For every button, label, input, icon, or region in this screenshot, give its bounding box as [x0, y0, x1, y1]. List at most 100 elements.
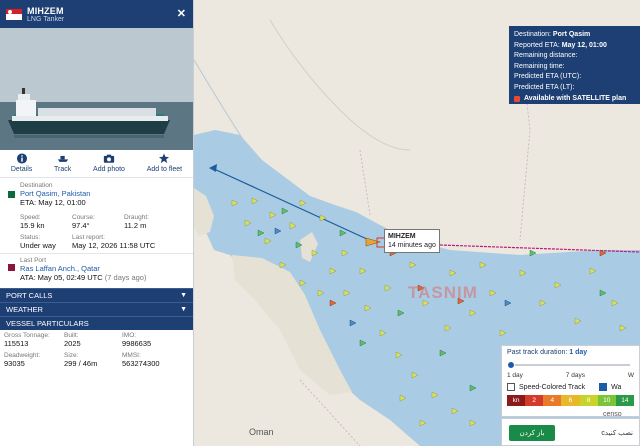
- eta-remaining-distance: Remaining distance:: [514, 52, 578, 59]
- wa-label: Wa: [611, 383, 622, 391]
- deadweight-label: Deadweight:: [4, 352, 41, 359]
- voyage-stats: Speed: 15.9 kn Course: 97.4° Draught: 11.2 …: [0, 212, 193, 232]
- star-icon: [159, 153, 170, 164]
- watermark: TASNIM: [408, 283, 478, 302]
- eta-predicted-lt: Predicted ETA (LT):: [514, 83, 575, 91]
- track-duration-panel: Past track duration: 1 day 1 day 7 days …: [501, 345, 640, 417]
- gross-tonnage-label: Gross Tonnage:: [4, 332, 50, 339]
- track-duration-value: 1 day: [569, 349, 588, 356]
- status-value: Under way: [20, 241, 56, 250]
- particulars-row-2: Deadweight: 93035 Size: 299 / 46m MMSI: 563…: [0, 350, 193, 370]
- destination-link[interactable]: Port Qasim, Pakistan: [20, 189, 187, 198]
- satellite-plan-text: Available with SATELLITE plan: [524, 95, 627, 102]
- speed-label: Speed:: [20, 214, 41, 221]
- install-app-text: cنصب کنید: [601, 430, 633, 437]
- draught-label: Draught:: [124, 214, 149, 221]
- legend-6: 6: [561, 395, 580, 406]
- vessel-map-label-time: 14 minutes ago: [388, 242, 436, 249]
- close-icon[interactable]: ✕: [177, 7, 186, 20]
- track-duration-slider[interactable]: [507, 359, 634, 371]
- destination-label: Destination: [20, 182, 53, 189]
- track-tick-2: 7 days: [565, 372, 585, 379]
- eta-dest-value: Port Qasim: [552, 31, 591, 38]
- singapore-flag-icon: [6, 8, 22, 20]
- last-port-section: Last Port Ras Laffan Anch., Qatar ATA: M…: [0, 253, 193, 284]
- camera-icon: [103, 154, 115, 163]
- details-button[interactable]: Details: [11, 153, 32, 177]
- install-app-banner: باز کردن cنصب کنید: [501, 418, 640, 446]
- size-label: Size:: [64, 352, 79, 359]
- speed-value: 15.9 kn: [20, 221, 45, 230]
- port-calls-section[interactable]: PORT CALLS ▼: [0, 288, 193, 302]
- track-tick-3: W: [627, 372, 634, 379]
- add-to-fleet-button[interactable]: Add to fleet: [147, 153, 182, 177]
- details-label: Details: [10, 166, 33, 173]
- vessel-particulars-label: VESSEL PARTICULARS: [6, 319, 89, 328]
- weather-label: WEATHER: [6, 305, 43, 314]
- legend-2: 2: [525, 395, 544, 406]
- imo-label: IMO:: [122, 332, 137, 339]
- lock-icon: [514, 96, 520, 103]
- last-report-value: May 12, 2026 11:58 UTC: [72, 241, 156, 250]
- track-tick-1: 1 day: [507, 372, 523, 379]
- vessel-particulars-section[interactable]: VESSEL PARTICULARS: [0, 316, 193, 330]
- destination-section: Destination Port Qasim, Pakistan ETA: Ma…: [0, 178, 193, 209]
- destination-eta: ETA: May 12, 01:00: [20, 198, 86, 207]
- gross-tonnage-value: 115513: [4, 339, 29, 348]
- vessel-photo[interactable]: [0, 28, 193, 150]
- add-photo-label: Add photo: [93, 166, 125, 173]
- wa-checkbox[interactable]: [599, 383, 608, 391]
- draught-value: 11.2 m: [124, 221, 147, 230]
- censor-text: censo: [603, 411, 622, 418]
- track-label: Track: [54, 166, 72, 173]
- add-to-fleet-label: Add to fleet: [146, 166, 183, 173]
- legend-4: 4: [543, 395, 562, 406]
- last-port-ata: ATA: May 05, 02:49 UTC: [20, 273, 103, 282]
- built-value: 2025: [64, 339, 81, 348]
- eta-info-box: Destination: Port Qasim Reported ETA: Ma…: [509, 26, 640, 104]
- vessel-name: MIHZEM: [27, 5, 64, 16]
- track-button[interactable]: Track: [54, 153, 71, 177]
- mmsi-label: MMSI:: [122, 352, 141, 359]
- chevron-down-icon: ▼: [180, 292, 187, 299]
- speed-colored-checkbox[interactable]: [507, 383, 515, 391]
- vessel-header: MIHZEM LNG Tanker ✕: [0, 0, 193, 28]
- track-slider-knob[interactable]: [507, 361, 515, 369]
- built-label: Built:: [64, 332, 79, 339]
- vessel-map-label[interactable]: MIHZEM 14 minutes ago: [384, 229, 440, 253]
- mmsi-value: 563274300: [122, 359, 160, 368]
- vessel-type: LNG Tanker: [27, 15, 65, 23]
- legend-8: 8: [579, 395, 598, 406]
- imo-value: 9986635: [122, 339, 152, 348]
- eta-predicted-utc: Predicted ETA (UTC):: [514, 73, 582, 80]
- open-app-button[interactable]: باز کردن: [509, 425, 555, 441]
- map-label-oman: Oman: [249, 427, 274, 437]
- eta-dest-label: Destination:: [514, 31, 551, 38]
- status-label: Status:: [20, 234, 41, 241]
- size-value: 299 / 46m: [64, 359, 98, 368]
- ship-track-icon: [57, 155, 68, 162]
- status-stats: Status: Under way Last report: May 12, 202…: [0, 232, 193, 253]
- satellite-plan-row[interactable]: Available with SATELLITE plan: [514, 94, 636, 105]
- vessel-actions: Details Track Add photo Add to fleet: [0, 150, 193, 178]
- course-value: 97.4°: [72, 221, 90, 230]
- last-port-label: Last Port: [20, 257, 47, 264]
- last-report-label: Last report:: [72, 234, 105, 241]
- eta-reported-label: Reported ETA:: [514, 41, 560, 49]
- add-photo-button[interactable]: Add photo: [93, 153, 125, 177]
- course-label: Course:: [72, 214, 95, 221]
- pakistan-flag-icon: [5, 191, 15, 198]
- legend-14: 14: [615, 395, 634, 406]
- vessel-map-label-name: MIHZEM: [388, 233, 416, 240]
- weather-section[interactable]: WEATHER ▼: [0, 302, 193, 316]
- eta-remaining-time: Remaining time:: [514, 62, 565, 70]
- speed-colored-label: Speed-Colored Track: [519, 383, 586, 391]
- legend-10: 10: [597, 395, 616, 406]
- deadweight-value: 93035: [4, 359, 25, 368]
- port-calls-label: PORT CALLS: [6, 291, 53, 300]
- last-port-link[interactable]: Ras Laffan Anch., Qatar: [20, 264, 187, 273]
- vessel-info-panel: MIHZEM LNG Tanker ✕ Details Track Add ph…: [0, 0, 194, 446]
- info-icon: [16, 153, 27, 164]
- last-port-ago: (7 days ago): [104, 273, 147, 282]
- lng-tanker-image: [0, 28, 193, 150]
